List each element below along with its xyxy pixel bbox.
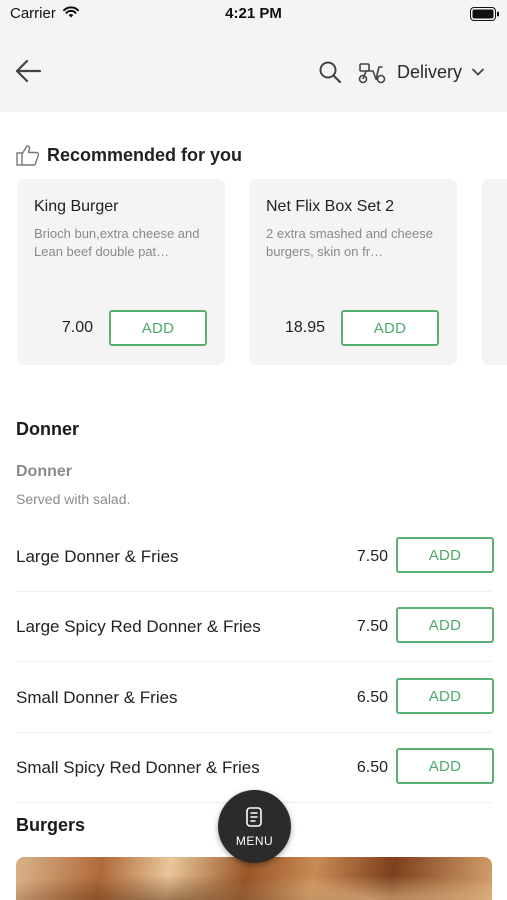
search-icon[interactable] <box>318 60 342 84</box>
status-bar: Carrier 4:21 PM <box>0 0 507 30</box>
section-title-donner: Donner <box>16 419 79 439</box>
card-title: Net Flix Box Set 2 <box>266 198 395 215</box>
subcategory-description: Served with salad. <box>16 491 131 507</box>
add-button[interactable]: ADD <box>109 310 207 346</box>
item-price: 6.50 <box>356 759 388 776</box>
recommended-card-partial[interactable] <box>482 179 507 365</box>
status-time: 4:21 PM <box>225 5 282 22</box>
battery-icon <box>470 7 499 21</box>
delivery-mode-dropdown[interactable]: Delivery <box>357 56 485 88</box>
recommended-card[interactable]: King Burger Brioch bun,extra cheese and … <box>17 179 225 365</box>
delivery-label: Delivery <box>397 61 463 82</box>
recommended-title: Recommended for you <box>47 144 243 165</box>
recommended-heading: Recommended for you <box>16 143 242 167</box>
card-description: 2 extra smashed and cheese burgers, skin… <box>266 226 433 259</box>
card-title: King Burger <box>34 198 119 215</box>
add-button[interactable]: ADD <box>396 537 494 573</box>
back-arrow-icon[interactable] <box>14 58 42 84</box>
chevron-down-icon <box>472 68 484 76</box>
item-price: 7.50 <box>356 548 388 565</box>
burgers-section-image <box>16 857 492 900</box>
menu-item-row[interactable]: Small Donner & Fries 6.50 ADD <box>16 663 494 733</box>
item-price: 7.50 <box>356 618 388 635</box>
item-name: Large Spicy Red Donner & Fries <box>16 617 261 636</box>
add-button[interactable]: ADD <box>396 748 494 784</box>
card-price: 7.00 <box>61 319 93 336</box>
section-title-burgers: Burgers <box>16 815 86 835</box>
thumbs-up-icon <box>16 145 40 166</box>
add-button[interactable]: ADD <box>396 678 494 714</box>
item-price: 6.50 <box>356 689 388 706</box>
recommended-card[interactable]: Net Flix Box Set 2 2 extra smashed and c… <box>249 179 457 365</box>
item-name: Small Spicy Red Donner & Fries <box>16 758 260 777</box>
card-price: 18.95 <box>284 319 325 336</box>
menu-item-row[interactable]: Large Spicy Red Donner & Fries 7.50 ADD <box>16 592 494 662</box>
menu-item-row[interactable]: Large Donner & Fries 7.50 ADD <box>16 522 494 592</box>
menu-button[interactable]: MENU <box>218 790 291 863</box>
subcategory-title: Donner <box>16 463 72 480</box>
scooter-icon <box>358 63 386 84</box>
item-name: Large Donner & Fries <box>16 547 179 566</box>
add-button[interactable]: ADD <box>341 310 439 346</box>
add-button[interactable]: ADD <box>396 607 494 643</box>
app-header: Delivery <box>0 30 507 112</box>
menu-icon <box>246 807 262 827</box>
item-name: Small Donner & Fries <box>16 688 178 707</box>
menu-label: MENU <box>235 834 274 848</box>
card-description: Brioch bun,extra cheese and Lean beef do… <box>34 226 200 259</box>
